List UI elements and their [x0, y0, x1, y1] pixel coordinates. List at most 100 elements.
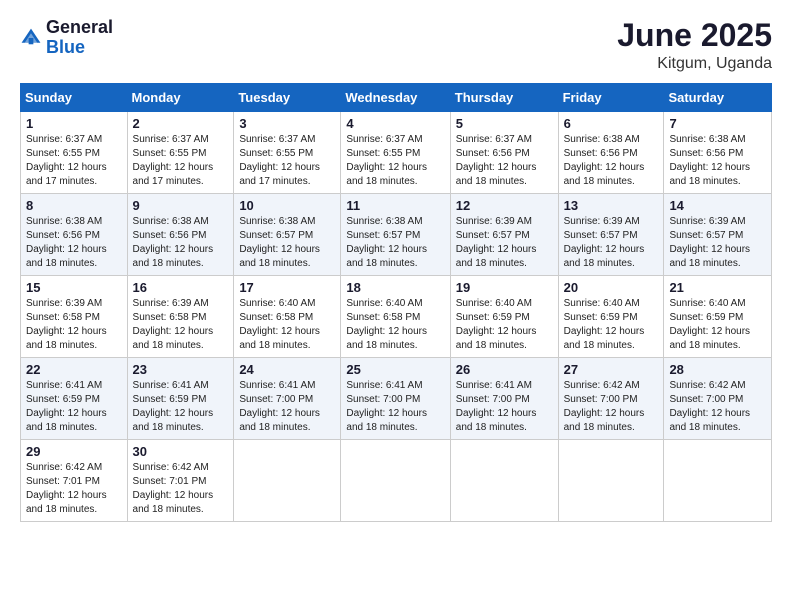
calendar-cell	[664, 440, 772, 522]
week-row-1: 1 Sunrise: 6:37 AMSunset: 6:55 PMDayligh…	[21, 112, 772, 194]
day-number: 5	[456, 116, 553, 131]
logo-general: General	[46, 17, 113, 37]
calendar-cell	[234, 440, 341, 522]
day-info: Sunrise: 6:37 AMSunset: 6:55 PMDaylight:…	[239, 134, 320, 187]
calendar-cell: 19 Sunrise: 6:40 AMSunset: 6:59 PMDaylig…	[450, 276, 558, 358]
day-info: Sunrise: 6:37 AMSunset: 6:56 PMDaylight:…	[456, 134, 537, 187]
week-row-3: 15 Sunrise: 6:39 AMSunset: 6:58 PMDaylig…	[21, 276, 772, 358]
day-number: 18	[346, 280, 444, 295]
calendar-cell: 25 Sunrise: 6:41 AMSunset: 7:00 PMDaylig…	[341, 358, 450, 440]
title-block: June 2025 Kitgum, Uganda	[617, 18, 772, 73]
day-number: 11	[346, 198, 444, 213]
calendar-cell: 21 Sunrise: 6:40 AMSunset: 6:59 PMDaylig…	[664, 276, 772, 358]
col-header-wednesday: Wednesday	[341, 84, 450, 112]
day-info: Sunrise: 6:40 AMSunset: 6:58 PMDaylight:…	[239, 298, 320, 351]
day-number: 12	[456, 198, 553, 213]
day-info: Sunrise: 6:42 AMSunset: 7:00 PMDaylight:…	[669, 380, 750, 433]
calendar-cell: 1 Sunrise: 6:37 AMSunset: 6:55 PMDayligh…	[21, 112, 128, 194]
day-number: 24	[239, 362, 335, 377]
calendar-cell: 16 Sunrise: 6:39 AMSunset: 6:58 PMDaylig…	[127, 276, 234, 358]
day-number: 26	[456, 362, 553, 377]
day-number: 27	[564, 362, 659, 377]
day-number: 1	[26, 116, 122, 131]
calendar-cell: 2 Sunrise: 6:37 AMSunset: 6:55 PMDayligh…	[127, 112, 234, 194]
day-info: Sunrise: 6:39 AMSunset: 6:58 PMDaylight:…	[26, 298, 107, 351]
day-number: 16	[133, 280, 229, 295]
day-number: 15	[26, 280, 122, 295]
week-row-2: 8 Sunrise: 6:38 AMSunset: 6:56 PMDayligh…	[21, 194, 772, 276]
calendar-cell	[341, 440, 450, 522]
calendar-cell: 6 Sunrise: 6:38 AMSunset: 6:56 PMDayligh…	[558, 112, 664, 194]
day-number: 30	[133, 444, 229, 459]
day-number: 28	[669, 362, 766, 377]
day-number: 23	[133, 362, 229, 377]
day-info: Sunrise: 6:39 AMSunset: 6:57 PMDaylight:…	[456, 216, 537, 269]
page: General Blue June 2025 Kitgum, Uganda Su…	[0, 0, 792, 612]
calendar-cell: 12 Sunrise: 6:39 AMSunset: 6:57 PMDaylig…	[450, 194, 558, 276]
day-info: Sunrise: 6:37 AMSunset: 6:55 PMDaylight:…	[133, 134, 214, 187]
logo-blue: Blue	[46, 37, 85, 57]
header: General Blue June 2025 Kitgum, Uganda	[20, 18, 772, 73]
day-number: 14	[669, 198, 766, 213]
calendar-cell: 3 Sunrise: 6:37 AMSunset: 6:55 PMDayligh…	[234, 112, 341, 194]
day-number: 22	[26, 362, 122, 377]
day-info: Sunrise: 6:38 AMSunset: 6:56 PMDaylight:…	[669, 134, 750, 187]
calendar-cell: 24 Sunrise: 6:41 AMSunset: 7:00 PMDaylig…	[234, 358, 341, 440]
day-number: 4	[346, 116, 444, 131]
day-number: 19	[456, 280, 553, 295]
location: Kitgum, Uganda	[617, 55, 772, 73]
logo-icon	[20, 27, 42, 49]
calendar-cell: 7 Sunrise: 6:38 AMSunset: 6:56 PMDayligh…	[664, 112, 772, 194]
day-info: Sunrise: 6:39 AMSunset: 6:58 PMDaylight:…	[133, 298, 214, 351]
day-number: 10	[239, 198, 335, 213]
day-info: Sunrise: 6:40 AMSunset: 6:59 PMDaylight:…	[669, 298, 750, 351]
day-number: 17	[239, 280, 335, 295]
logo-text: General Blue	[46, 18, 113, 58]
calendar-cell	[450, 440, 558, 522]
calendar-cell: 18 Sunrise: 6:40 AMSunset: 6:58 PMDaylig…	[341, 276, 450, 358]
month-year: June 2025	[617, 18, 772, 53]
day-info: Sunrise: 6:42 AMSunset: 7:01 PMDaylight:…	[26, 462, 107, 515]
day-info: Sunrise: 6:40 AMSunset: 6:58 PMDaylight:…	[346, 298, 427, 351]
day-number: 29	[26, 444, 122, 459]
day-info: Sunrise: 6:42 AMSunset: 7:01 PMDaylight:…	[133, 462, 214, 515]
day-info: Sunrise: 6:39 AMSunset: 6:57 PMDaylight:…	[564, 216, 645, 269]
day-number: 2	[133, 116, 229, 131]
day-number: 21	[669, 280, 766, 295]
day-info: Sunrise: 6:37 AMSunset: 6:55 PMDaylight:…	[346, 134, 427, 187]
day-number: 13	[564, 198, 659, 213]
calendar-cell: 10 Sunrise: 6:38 AMSunset: 6:57 PMDaylig…	[234, 194, 341, 276]
day-number: 7	[669, 116, 766, 131]
week-row-5: 29 Sunrise: 6:42 AMSunset: 7:01 PMDaylig…	[21, 440, 772, 522]
calendar-cell: 20 Sunrise: 6:40 AMSunset: 6:59 PMDaylig…	[558, 276, 664, 358]
day-info: Sunrise: 6:38 AMSunset: 6:56 PMDaylight:…	[133, 216, 214, 269]
day-info: Sunrise: 6:38 AMSunset: 6:56 PMDaylight:…	[26, 216, 107, 269]
calendar-cell: 28 Sunrise: 6:42 AMSunset: 7:00 PMDaylig…	[664, 358, 772, 440]
day-info: Sunrise: 6:38 AMSunset: 6:57 PMDaylight:…	[346, 216, 427, 269]
col-header-thursday: Thursday	[450, 84, 558, 112]
day-number: 9	[133, 198, 229, 213]
calendar-cell: 14 Sunrise: 6:39 AMSunset: 6:57 PMDaylig…	[664, 194, 772, 276]
calendar-cell: 4 Sunrise: 6:37 AMSunset: 6:55 PMDayligh…	[341, 112, 450, 194]
calendar-cell: 9 Sunrise: 6:38 AMSunset: 6:56 PMDayligh…	[127, 194, 234, 276]
day-info: Sunrise: 6:37 AMSunset: 6:55 PMDaylight:…	[26, 134, 107, 187]
calendar-cell	[558, 440, 664, 522]
calendar-cell: 26 Sunrise: 6:41 AMSunset: 7:00 PMDaylig…	[450, 358, 558, 440]
calendar-cell: 27 Sunrise: 6:42 AMSunset: 7:00 PMDaylig…	[558, 358, 664, 440]
day-number: 8	[26, 198, 122, 213]
day-info: Sunrise: 6:41 AMSunset: 7:00 PMDaylight:…	[456, 380, 537, 433]
logo: General Blue	[20, 18, 113, 58]
calendar-cell: 15 Sunrise: 6:39 AMSunset: 6:58 PMDaylig…	[21, 276, 128, 358]
calendar-cell: 13 Sunrise: 6:39 AMSunset: 6:57 PMDaylig…	[558, 194, 664, 276]
calendar-cell: 11 Sunrise: 6:38 AMSunset: 6:57 PMDaylig…	[341, 194, 450, 276]
day-info: Sunrise: 6:41 AMSunset: 6:59 PMDaylight:…	[133, 380, 214, 433]
week-row-4: 22 Sunrise: 6:41 AMSunset: 6:59 PMDaylig…	[21, 358, 772, 440]
day-info: Sunrise: 6:38 AMSunset: 6:56 PMDaylight:…	[564, 134, 645, 187]
calendar-cell: 29 Sunrise: 6:42 AMSunset: 7:01 PMDaylig…	[21, 440, 128, 522]
col-header-tuesday: Tuesday	[234, 84, 341, 112]
col-header-saturday: Saturday	[664, 84, 772, 112]
calendar-cell: 23 Sunrise: 6:41 AMSunset: 6:59 PMDaylig…	[127, 358, 234, 440]
calendar-cell: 8 Sunrise: 6:38 AMSunset: 6:56 PMDayligh…	[21, 194, 128, 276]
day-info: Sunrise: 6:38 AMSunset: 6:57 PMDaylight:…	[239, 216, 320, 269]
col-header-friday: Friday	[558, 84, 664, 112]
